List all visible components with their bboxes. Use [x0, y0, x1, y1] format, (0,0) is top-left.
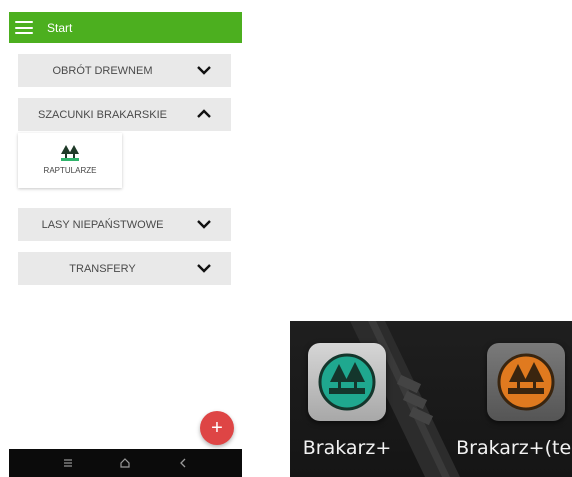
- tile-label: RAPTULARZE: [43, 166, 97, 175]
- launcher-screen: Brakarz+ Brakarz+(test): [290, 321, 572, 477]
- phone-screen: Start OBRÓT DREWNEM SZACUNKI BRAKARSKIE …: [9, 12, 242, 477]
- brakarz-test-app[interactable]: Brakarz+(test): [456, 343, 572, 459]
- back-icon[interactable]: [177, 457, 189, 469]
- add-fab-button[interactable]: +: [200, 411, 234, 445]
- menu-lines-icon[interactable]: [62, 457, 74, 469]
- section-label: TRANSFERY: [69, 262, 136, 275]
- app-bar: Start: [9, 12, 242, 43]
- home-icon[interactable]: [119, 457, 131, 469]
- section-label: LASY NIEPAŃSTWOWE: [41, 218, 164, 231]
- section-obrot-drewnem[interactable]: OBRÓT DREWNEM: [18, 54, 231, 87]
- section-transfery[interactable]: TRANSFERY: [18, 252, 231, 285]
- brakarz-test-app-icon[interactable]: [487, 343, 565, 421]
- chevron-down-icon[interactable]: [195, 259, 213, 277]
- hamburger-menu-icon[interactable]: [15, 21, 33, 34]
- app-label: Brakarz+: [302, 437, 392, 459]
- section-label: SZACUNKI BRAKARSKIE: [38, 108, 167, 121]
- section-szacunki-brakarskie[interactable]: SZACUNKI BRAKARSKIE: [18, 98, 231, 131]
- chevron-down-icon[interactable]: [195, 61, 213, 79]
- brakarz-app[interactable]: Brakarz+: [302, 343, 392, 459]
- brakarz-app-icon[interactable]: [308, 343, 386, 421]
- raptularze-tile[interactable]: RAPTULARZE: [18, 133, 122, 188]
- app-bar-title: Start: [47, 20, 73, 35]
- app-label: Brakarz+(test): [456, 437, 572, 459]
- chevron-up-icon[interactable]: [195, 105, 213, 123]
- android-nav-bar: [9, 449, 242, 477]
- section-label: OBRÓT DREWNEM: [52, 64, 153, 77]
- forest-trees-icon: [61, 145, 79, 161]
- chevron-down-icon[interactable]: [195, 215, 213, 233]
- section-lasy-niepanstwowe[interactable]: LASY NIEPAŃSTWOWE: [18, 208, 231, 241]
